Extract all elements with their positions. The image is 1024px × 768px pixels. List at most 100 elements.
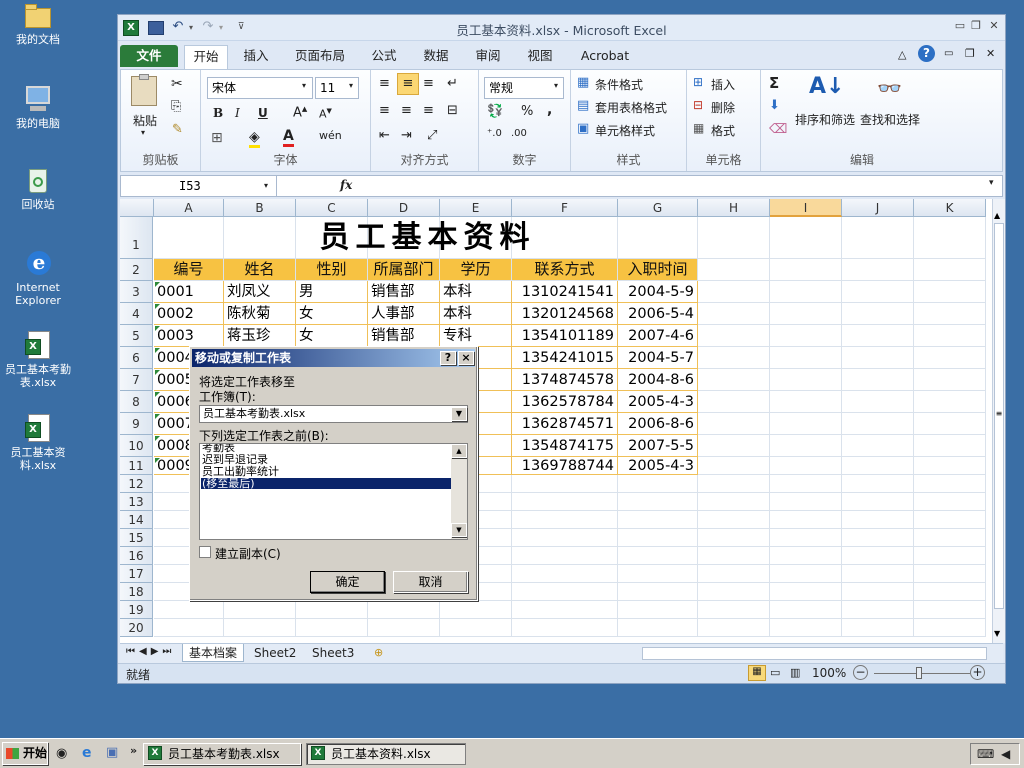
- paste-button-label[interactable]: 粘贴: [133, 112, 157, 129]
- close-icon[interactable]: ✕: [988, 20, 1000, 32]
- table-cell[interactable]: 1362874571: [512, 413, 618, 435]
- row-header[interactable]: 15: [120, 529, 153, 547]
- row-header[interactable]: 12: [120, 475, 153, 493]
- zoom-slider[interactable]: [874, 673, 970, 674]
- table-cell[interactable]: 0001: [154, 281, 224, 303]
- desktop-icon-ie[interactable]: e Internet Explorer: [0, 248, 78, 307]
- tab-formulas[interactable]: 公式: [364, 45, 404, 67]
- row-header[interactable]: 17: [120, 565, 153, 583]
- taskbar-button-attendance[interactable]: X 员工基本考勤表.xlsx: [143, 743, 301, 765]
- quick-launch-media-icon[interactable]: ▣: [106, 745, 118, 760]
- row-header[interactable]: 2: [120, 259, 153, 281]
- table-cell[interactable]: 1369788744: [512, 457, 618, 475]
- insert-sheet-icon[interactable]: ⊕: [374, 646, 383, 659]
- page-layout-view-icon[interactable]: ▭: [770, 666, 780, 679]
- column-header[interactable]: J: [842, 199, 914, 217]
- decrease-font-icon[interactable]: A▼: [319, 107, 332, 121]
- table-cell[interactable]: 刘凤义: [224, 281, 296, 303]
- number-format-select[interactable]: 常规: [484, 77, 564, 99]
- align-middle-icon[interactable]: ≡: [397, 73, 419, 95]
- column-header[interactable]: D: [368, 199, 440, 217]
- table-cell[interactable]: 1374874578: [512, 369, 618, 391]
- scroll-up-icon[interactable]: ▲: [994, 211, 1000, 220]
- vertical-scrollbar[interactable]: ▲ ≡ ▼: [992, 199, 1005, 643]
- tab-review[interactable]: 审阅: [468, 45, 508, 67]
- sheet-tab[interactable]: Sheet3: [312, 646, 354, 660]
- row-header[interactable]: 7: [120, 369, 153, 391]
- list-scrollbar[interactable]: ▲ ▼: [451, 444, 467, 539]
- table-cell[interactable]: 0002: [154, 303, 224, 325]
- column-header[interactable]: B: [224, 199, 296, 217]
- align-left-icon[interactable]: ≡: [379, 103, 390, 118]
- column-header[interactable]: C: [296, 199, 368, 217]
- dialog-close-button[interactable]: ×: [458, 351, 474, 365]
- sheet-tab-active[interactable]: 基本档案: [182, 644, 245, 662]
- increase-decimal-icon[interactable]: ⁺.0: [487, 128, 502, 139]
- more-icon[interactable]: »: [130, 744, 137, 757]
- align-top-icon[interactable]: ≡: [379, 76, 390, 91]
- table-cell[interactable]: 2005-4-3: [618, 457, 698, 475]
- phonetic-icon[interactable]: wén: [319, 129, 342, 142]
- align-right-icon[interactable]: ≡: [423, 103, 434, 118]
- increase-indent-icon[interactable]: ⇥: [401, 128, 412, 143]
- desktop-icon-recycle-bin[interactable]: 回收站: [0, 165, 78, 211]
- table-cell[interactable]: 2006-8-6: [618, 413, 698, 435]
- row-header[interactable]: 3: [120, 281, 153, 303]
- delete-cells-button[interactable]: 删除: [711, 99, 735, 116]
- paste-dropdown-icon[interactable]: ▾: [141, 128, 145, 137]
- row-header[interactable]: 1: [120, 217, 153, 259]
- decrease-decimal-icon[interactable]: .00: [511, 128, 527, 139]
- row-header[interactable]: 10: [120, 435, 153, 457]
- comma-icon[interactable]: ,: [547, 102, 552, 118]
- align-center-icon[interactable]: ≡: [401, 103, 412, 118]
- row-header[interactable]: 19: [120, 601, 153, 619]
- format-cells-button[interactable]: 格式: [711, 122, 735, 139]
- list-item[interactable]: 迟到早退记录: [202, 454, 268, 465]
- page-break-view-icon[interactable]: ▥: [790, 666, 800, 679]
- table-cell[interactable]: 2004-8-6: [618, 369, 698, 391]
- desktop-icon-my-computer[interactable]: 我的电脑: [0, 84, 78, 130]
- cancel-button[interactable]: 取消: [393, 571, 468, 593]
- find-select-button[interactable]: 查找和选择: [860, 111, 920, 128]
- sheet-tab[interactable]: Sheet2: [254, 646, 296, 660]
- fx-button[interactable]: fx: [340, 178, 352, 192]
- column-header[interactable]: F: [512, 199, 618, 217]
- dialog-help-button[interactable]: ?: [440, 351, 456, 365]
- table-cell[interactable]: 2007-4-6: [618, 325, 698, 347]
- table-header-cell[interactable]: 编号: [154, 259, 223, 280]
- row-header[interactable]: 6: [120, 347, 153, 369]
- scroll-up-icon[interactable]: ▲: [451, 444, 467, 458]
- borders-icon[interactable]: ⊞: [211, 130, 223, 146]
- table-cell[interactable]: 1354241015: [512, 347, 618, 369]
- fill-icon[interactable]: ⬇: [769, 98, 780, 113]
- table-header-cell[interactable]: 联系方式: [512, 259, 617, 280]
- column-header[interactable]: K: [914, 199, 986, 217]
- table-header-cell[interactable]: 入职时间: [618, 259, 697, 280]
- table-format-button[interactable]: 套用表格格式: [595, 99, 667, 116]
- table-cell[interactable]: 1310241541: [512, 281, 618, 303]
- select-all-corner[interactable]: [120, 199, 154, 217]
- column-header[interactable]: E: [440, 199, 512, 217]
- clear-icon[interactable]: ⌫: [769, 122, 787, 137]
- table-cell[interactable]: 0003: [154, 325, 224, 347]
- table-header-cell[interactable]: 所属部门: [368, 259, 439, 280]
- table-cell[interactable]: 2007-5-5: [618, 435, 698, 457]
- minimize-ribbon-icon[interactable]: △: [898, 48, 906, 61]
- tab-data[interactable]: 数据: [416, 45, 456, 67]
- desktop-icon-profile-xlsx[interactable]: X 员工基本资料.xlsx: [0, 413, 78, 472]
- copy-icon[interactable]: ⎘: [171, 99, 181, 114]
- tab-insert[interactable]: 插入: [236, 45, 276, 67]
- font-name-select[interactable]: 宋体: [207, 77, 313, 99]
- wrap-text-icon[interactable]: ↵: [447, 76, 458, 91]
- table-cell[interactable]: 2004-5-7: [618, 347, 698, 369]
- list-item[interactable]: 考勤表: [202, 444, 235, 453]
- quick-launch-ie-icon[interactable]: e: [82, 745, 92, 761]
- row-header[interactable]: 11: [120, 457, 153, 475]
- font-color-icon[interactable]: A: [283, 128, 294, 147]
- orientation-icon[interactable]: ⤢: [427, 128, 437, 143]
- sheet-title[interactable]: 员工基本资料: [154, 217, 698, 259]
- cut-icon[interactable]: ✂: [171, 76, 183, 92]
- table-cell[interactable]: 2005-4-3: [618, 391, 698, 413]
- chevron-down-icon[interactable]: ▾: [264, 181, 268, 190]
- zoom-out-icon[interactable]: −: [853, 665, 868, 680]
